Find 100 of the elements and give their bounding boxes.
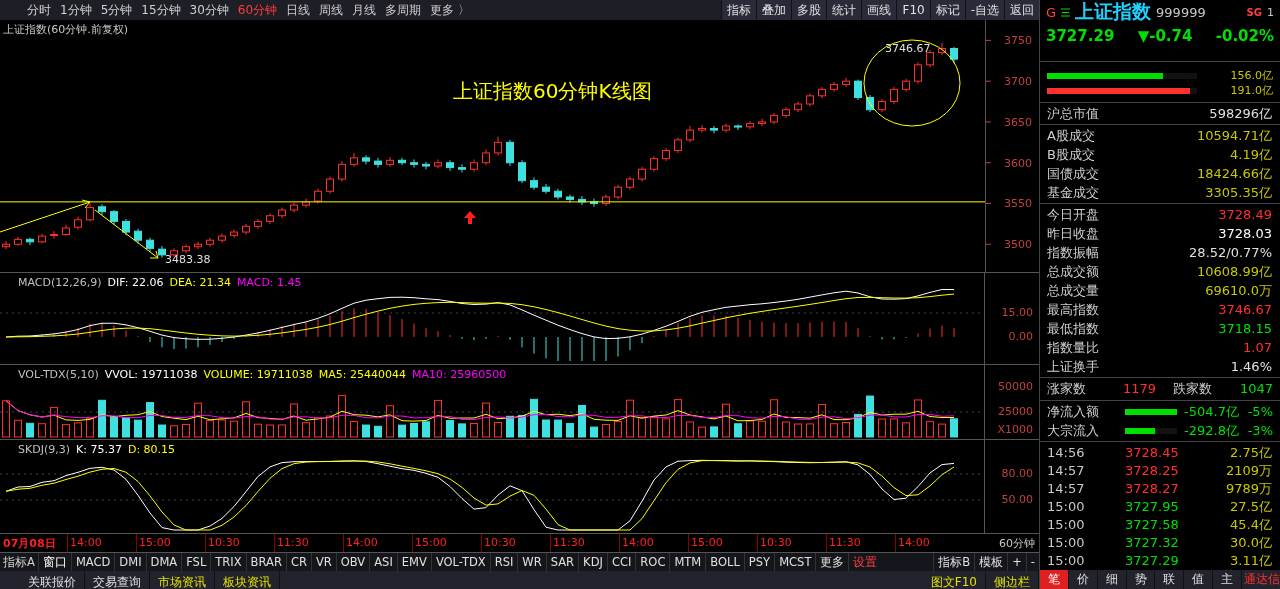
candlestick: [278, 207, 286, 219]
candlestick: [902, 78, 910, 93]
candlestick: [50, 230, 58, 240]
time-label: 14:00: [67, 534, 136, 552]
candlestick: [434, 158, 442, 169]
bottom-tab[interactable]: 侧边栏: [986, 571, 1039, 589]
candlestick: [542, 183, 550, 195]
toolbar-button[interactable]: 指标: [721, 0, 757, 20]
bottom-tab[interactable]: 交易查询: [85, 571, 150, 589]
toolbar-button[interactable]: F10: [896, 0, 930, 20]
indicator-group-label[interactable]: 指标A: [0, 554, 38, 570]
axis-tick: 3700: [985, 75, 1032, 89]
candlestick: [638, 166, 646, 182]
indicator-value: VOLUME: 19711038: [203, 368, 313, 381]
candlestick: [14, 236, 22, 247]
time-label: 15:00: [136, 534, 205, 552]
period-tab[interactable]: 月线: [352, 1, 377, 19]
candlestick: [914, 61, 922, 85]
period-tab[interactable]: 1分钟: [60, 1, 92, 19]
bottom-tab[interactable]: 图文F10: [922, 571, 986, 589]
time-label: 10:30: [757, 534, 826, 552]
candlestick: [794, 101, 802, 113]
stat-label: 国债成交: [1047, 165, 1099, 183]
period-tab[interactable]: 周线: [319, 1, 344, 19]
candlestick: [74, 216, 82, 231]
panel-tab[interactable]: 细: [1097, 570, 1127, 589]
bottom-tab[interactable]: 板块资讯: [215, 571, 280, 589]
tick-amount: 2109万: [1224, 462, 1272, 480]
toolbar-button[interactable]: 多股: [791, 0, 827, 20]
stat-label: 总成交量: [1047, 282, 1099, 300]
stat-label: 净流入额: [1047, 402, 1100, 421]
stat-value: 10608.99亿: [1196, 263, 1272, 281]
y-tick-label: 3700: [1004, 75, 1032, 89]
candlestick: [338, 160, 346, 182]
stat-value: 3718.15: [1218, 320, 1272, 338]
tick-amount: 2.75亿: [1229, 444, 1272, 462]
toolbar-button[interactable]: 统计: [826, 0, 862, 20]
indicator-value: DIF: 22.06: [107, 276, 164, 289]
panel-tab[interactable]: 主: [1213, 570, 1242, 589]
time-label: 11:30: [274, 534, 343, 552]
stat-value: 4.19亿: [1230, 146, 1272, 164]
period-tab[interactable]: 60分钟: [237, 1, 278, 19]
bottom-tab[interactable]: 关联报价: [20, 571, 85, 589]
panel-tab[interactable]: 笔: [1040, 570, 1069, 589]
tick-time: 15:00: [1047, 552, 1086, 570]
stat-value: 3305.35亿: [1205, 184, 1272, 202]
stat-value: -292.8亿: [1183, 421, 1239, 440]
period-tab[interactable]: 日线: [286, 1, 311, 19]
tick-time: 15:00: [1047, 498, 1086, 516]
panel-tab[interactable]: 势: [1126, 570, 1156, 589]
panel-tab[interactable]: 值: [1184, 570, 1214, 589]
indicator-value: MACD(12,26,9): [18, 276, 102, 289]
bottom-tab[interactable]: 市场资讯: [150, 571, 215, 589]
menu-icon[interactable]: [1061, 7, 1071, 17]
tick-time: 14:56: [1047, 444, 1086, 462]
tick-amount: 3.11亿: [1229, 552, 1272, 570]
period-tab[interactable]: 更多 〉: [430, 1, 470, 19]
candlestick: [830, 81, 838, 93]
candlestick: [626, 176, 634, 191]
candlestick: [890, 86, 898, 105]
candlestick: [62, 224, 70, 237]
toolbar-button[interactable]: -自选: [964, 0, 1004, 20]
toolbar-button[interactable]: 叠加: [756, 0, 792, 20]
candlestick: [506, 139, 514, 167]
candlestick: [782, 106, 790, 119]
time-label: 14:00: [895, 534, 964, 552]
period-tab[interactable]: 15分钟: [141, 1, 181, 19]
stat-value: 10594.71亿: [1196, 127, 1272, 145]
candlestick: [2, 240, 10, 250]
axis-label: 0.00: [1008, 330, 1033, 343]
indicator-value: K: 75.37: [76, 443, 122, 456]
panel-tab[interactable]: 联: [1155, 570, 1185, 589]
candlestick: [662, 147, 670, 162]
toolbar-button[interactable]: 返回: [1004, 0, 1039, 20]
axis-label: 80.00: [1001, 467, 1033, 480]
stat-value: 1047: [1239, 380, 1273, 398]
candlestick: [38, 233, 46, 244]
period-tab[interactable]: 分时: [27, 1, 51, 19]
period-tab[interactable]: 多周期: [385, 1, 422, 19]
candlestick: [158, 245, 166, 259]
stat-value: 598296亿: [1209, 105, 1272, 123]
panel-tab[interactable]: 价: [1068, 570, 1098, 589]
stat-label: 指数振幅: [1047, 244, 1099, 262]
time-label: 15:00: [688, 534, 757, 552]
high-price-label: 3746.67: [885, 42, 931, 55]
candlestick: [146, 237, 154, 253]
candlestick: [194, 241, 202, 250]
candlestick: [422, 161, 430, 170]
time-label: 14:00: [343, 534, 412, 552]
period-tab[interactable]: 5分钟: [100, 1, 133, 19]
toolbar-button[interactable]: 画线: [861, 0, 897, 20]
tick-amount: 45.4亿: [1229, 516, 1272, 534]
candlestick: [614, 184, 622, 200]
tick-time: 14:57: [1047, 462, 1086, 480]
stat-value: 28.52/0.77%: [1189, 244, 1272, 262]
period-tab[interactable]: 30分钟: [189, 1, 229, 19]
toolbar-button[interactable]: 标记: [929, 0, 965, 20]
candlestick: [698, 124, 706, 134]
time-label: 10:30: [205, 534, 274, 552]
tick-price: 3728.25: [1125, 462, 1180, 480]
